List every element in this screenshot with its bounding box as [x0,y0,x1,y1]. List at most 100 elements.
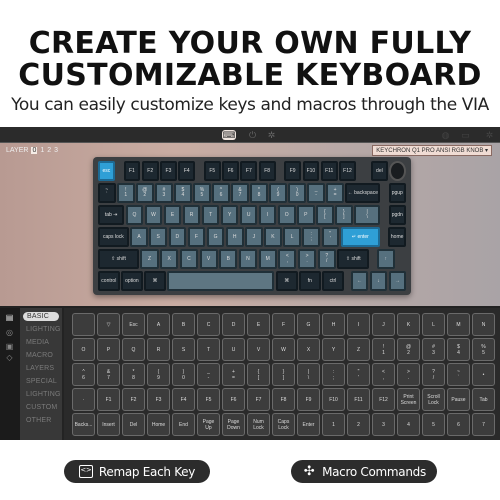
keyboard-key[interactable]: F3 [160,161,177,181]
category-media[interactable]: MEDIA [23,338,52,347]
keycode-button[interactable]: 3 [372,413,395,436]
keyboard-key[interactable]: } ] [335,205,353,225]
keyboard-key[interactable]: D [168,227,187,247]
keyboard-key[interactable]: F5 [203,161,221,181]
keyboard-key[interactable]: L [283,227,301,247]
keycode-button[interactable]: F10 [322,388,345,411]
layer-1[interactable]: 1 [40,147,44,154]
keycode-button[interactable]: Tab [472,388,495,411]
category-lighting[interactable]: LIGHTING [23,390,64,399]
keycode-button[interactable]: L [422,313,445,336]
keyboard-key[interactable]: tab ⇥ [98,205,125,225]
keyboard-key[interactable]: | \ [354,205,381,225]
keyboard-key[interactable]: I [258,205,277,225]
keyboard-key[interactable]: ^ 6 [212,183,230,203]
keyboard-key[interactable]: G [206,227,225,247]
keycode-button[interactable]: F1 [97,388,120,411]
keycode-button[interactable] [72,313,95,336]
keyboard-key[interactable]: F1 [123,161,141,181]
keyboard-key[interactable]: ) 0 [288,183,306,203]
keycode-button[interactable]: D [222,313,245,336]
keycode-button[interactable]: 1 [322,413,345,436]
keyboard-key[interactable]: U [239,205,258,225]
keycode-button[interactable]: F7 [247,388,270,411]
keycode-button[interactable]: * 8 [122,363,145,386]
keycode-button[interactable]: F11 [347,388,370,411]
keyboard-key[interactable]: caps lock [98,227,129,247]
keyboard-key[interactable]: ⇧ shift [98,249,139,269]
keycode-button[interactable]: 7 [472,413,495,436]
keycode-button[interactable]: F4 [172,388,195,411]
key-space[interactable] [167,271,275,291]
category-custom[interactable]: CUSTOM [23,403,60,412]
keycode-button[interactable]: Insert [97,413,120,436]
keycode-button[interactable]: Y [322,338,345,361]
keyboard-key[interactable]: ↓ [369,271,388,291]
keyboard-key[interactable]: B [219,249,238,269]
keycode-button[interactable]: F5 [197,388,220,411]
keycode-button[interactable]: Print Screen [397,388,420,411]
keyboard-key[interactable]: F [187,227,206,247]
keyboard-key[interactable]: control [98,271,120,291]
keycode-button[interactable]: ( 9 [147,363,170,386]
keyboard-key[interactable]: N [238,249,258,269]
save-icon[interactable]: ▣ [5,342,14,351]
keyboard-key[interactable]: M [258,249,277,269]
keycode-button[interactable]: M [447,313,470,336]
keycode-button[interactable]: Pause [447,388,470,411]
keycode-button[interactable]: J [372,313,395,336]
keyboard-key[interactable]: _ - [307,183,325,203]
keycode-button[interactable]: # 3 [422,338,445,361]
keycode-button[interactable]: N [472,313,495,336]
keyboard-key[interactable]: F12 [339,161,356,181]
keyboard-key[interactable]: del [371,161,388,181]
layer-2[interactable]: 2 [47,147,51,154]
keyboard-key[interactable]: pgup [388,183,407,203]
category-other[interactable]: OTHER [23,416,55,425]
keycode-button[interactable]: " ' [347,363,370,386]
gear-icon[interactable]: ✲ [266,130,277,140]
keyboard-key[interactable]: F9 [284,161,302,181]
keyboard-key[interactable]: Z [140,249,159,269]
keyboard-key[interactable]: { [ [316,205,334,225]
keyboard-key[interactable]: : ; [302,227,320,247]
keycode-button[interactable]: + = [222,363,245,386]
keyboard-key[interactable]: K [264,227,282,247]
keycode-button[interactable]: Page Up [197,413,220,436]
keycode-button[interactable]: • [472,363,495,386]
keycode-button[interactable]: ^ 6 [72,363,95,386]
keyboard-key[interactable]: F4 [178,161,196,181]
rotary-knob[interactable] [389,161,407,181]
keyboard-key[interactable]: + = [326,183,344,203]
keycode-button[interactable]: < , [372,363,395,386]
keyboard-select-dropdown[interactable]: KEYCHRON Q1 PRO ANSI RGB KNOB ▾ [372,145,492,156]
keycode-button[interactable]: $ 4 [447,338,470,361]
keycode-button[interactable]: 2 [347,413,370,436]
keycode-button[interactable]: F3 [147,388,170,411]
keycode-button[interactable]: % 5 [472,338,495,361]
keycode-button[interactable]: P [97,338,120,361]
keyboard-key[interactable]: F7 [240,161,258,181]
keycode-button[interactable]: Q [122,338,145,361]
keyboard-key[interactable]: ⌘ [275,271,298,291]
keyboard-key[interactable]: O [277,205,296,225]
keycode-button[interactable]: F9 [297,388,320,411]
keyboard-key[interactable]: ⌘ [144,271,166,291]
layer-3[interactable]: 3 [54,147,58,154]
macro-commands-button[interactable]: ✣ Macro Commands [291,460,437,483]
keyboard-key[interactable]: F2 [141,161,159,181]
keyboard-key[interactable]: J [245,227,263,247]
keyboard-key[interactable]: ← backspace [345,183,381,203]
keycode-button[interactable]: { [ [247,363,270,386]
keycode-button[interactable]: Scroll Lock [422,388,445,411]
keycode-button[interactable]: Enter [297,413,320,436]
keyboard-key[interactable]: A [130,227,148,247]
keyboard-key[interactable]: ! 1 [117,183,135,203]
keyboard-key[interactable]: Q [125,205,144,225]
keycode-button[interactable]: F12 [372,388,395,411]
keyboard-key[interactable]: @ 2 [136,183,154,203]
keycode-button[interactable]: T [197,338,220,361]
keyboard-key[interactable]: Y [220,205,239,225]
keyboard-key[interactable]: home [388,227,406,247]
keycode-button[interactable]: ~ ` [447,363,470,386]
